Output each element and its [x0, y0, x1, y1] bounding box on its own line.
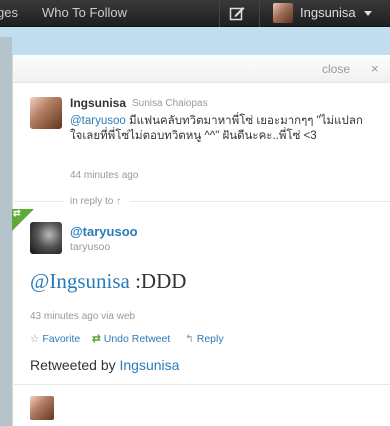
- tweet-body: :DDD: [129, 269, 187, 293]
- avatar[interactable]: [273, 3, 293, 23]
- close-button[interactable]: close: [322, 62, 350, 76]
- close-icon[interactable]: ×: [371, 61, 379, 76]
- nav-item-partial[interactable]: ges: [0, 5, 18, 20]
- tweet-text: @Ingsunisa :DDD: [30, 269, 186, 294]
- retweet-icon: ⇄: [92, 333, 101, 345]
- tweet-timestamp[interactable]: 43 minutes ago via web: [30, 311, 135, 322]
- retweeted-by: Retweeted by Ingsunisa: [30, 357, 179, 373]
- reply-label: Reply: [196, 333, 224, 345]
- compose-icon[interactable]: [229, 5, 245, 21]
- topbar-separator: [259, 0, 260, 27]
- tweet-author-screen-name[interactable]: @taryusoo: [70, 224, 138, 239]
- reply-button[interactable]: ↰ Reply: [185, 333, 224, 345]
- star-icon: ☆: [30, 333, 40, 345]
- avatar[interactable]: [30, 396, 54, 420]
- favorite-button[interactable]: ☆ Favorite: [30, 333, 80, 345]
- tweet-text: @taryusoo มีแฟนคลับทวิตมาหาพี่โซ่ เยอะมา…: [70, 114, 375, 144]
- retweeted-by-user-link[interactable]: Ingsunisa: [120, 357, 180, 373]
- tweet-author-screen-name[interactable]: Ingsunisa: [70, 96, 126, 110]
- timeline-edge: [0, 37, 12, 426]
- tweet-timestamp[interactable]: 44 minutes ago: [70, 170, 138, 181]
- retweet-icon: ⇄: [13, 208, 21, 218]
- retweeted-by-label: Retweeted by: [30, 357, 120, 373]
- tweet-author-avatar[interactable]: [30, 222, 62, 254]
- panel-header: close ×: [13, 55, 390, 83]
- caret-down-icon[interactable]: [364, 11, 372, 16]
- tweet-author-avatar[interactable]: [30, 97, 62, 129]
- divider: [12, 201, 64, 202]
- in-reply-to-link[interactable]: in reply to ↑: [70, 196, 121, 207]
- divider: [130, 201, 390, 202]
- account-menu-username[interactable]: Ingsunisa: [300, 5, 356, 20]
- mention-link[interactable]: @Ingsunisa: [30, 269, 130, 293]
- topbar-separator: [219, 0, 220, 27]
- undo-retweet-button[interactable]: ⇄ Undo Retweet: [92, 333, 170, 345]
- favorite-label: Favorite: [42, 333, 81, 345]
- divider: [12, 384, 390, 385]
- nav-who-to-follow[interactable]: Who To Follow: [42, 5, 127, 20]
- tweet-author-real-name: Sunisa Chaiopas: [132, 98, 208, 109]
- mention-link[interactable]: @taryusoo: [70, 115, 126, 127]
- undo-retweet-label: Undo Retweet: [103, 333, 171, 345]
- tweet-author-username: taryusoo: [70, 241, 111, 253]
- reply-icon: ↰: [185, 333, 194, 345]
- top-bar: ges Who To Follow Ingsunisa: [0, 0, 390, 27]
